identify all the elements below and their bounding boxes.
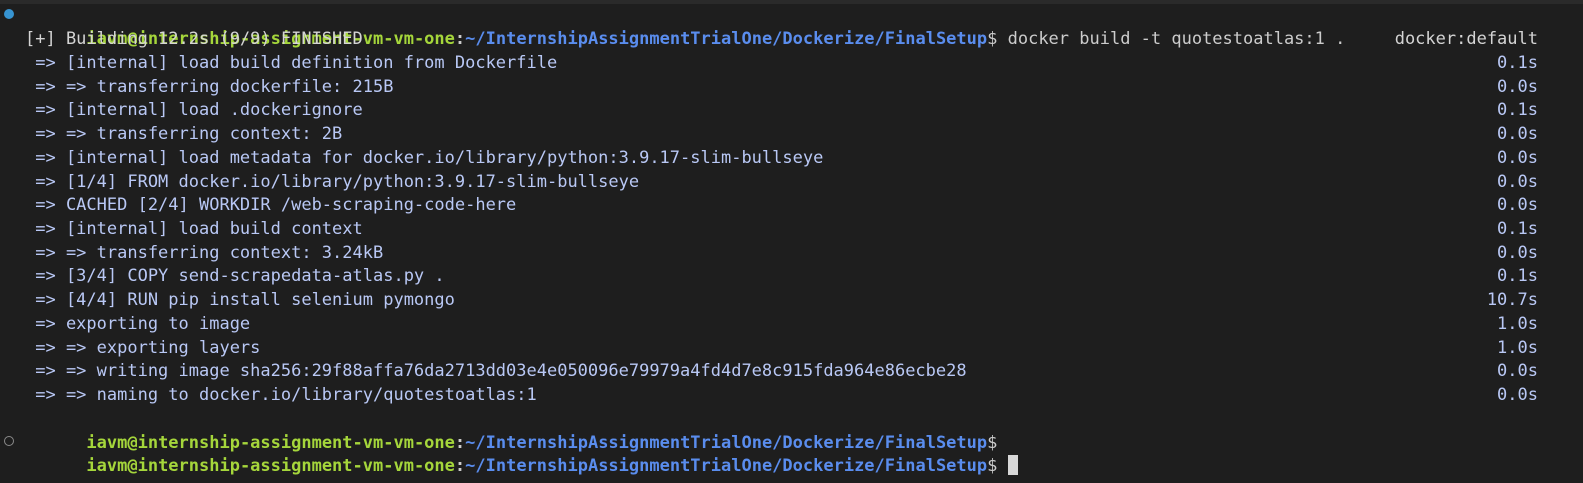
build-step-time: 0.0s <box>1497 124 1538 144</box>
build-step-text: => [internal] load metadata for docker.i… <box>25 148 824 168</box>
prompt-dollar: $ <box>987 456 998 476</box>
build-header-line: [+] Building 12.2s (9/9) FINISHED docker… <box>0 27 1583 51</box>
build-step-line: => => naming to docker.io/library/quotes… <box>0 383 1583 407</box>
build-step-text: => [internal] load build context <box>25 219 363 239</box>
command-success-decoration-icon[interactable] <box>4 9 14 19</box>
build-step-time: 0.1s <box>1497 266 1538 286</box>
build-step-text: => [1/4] FROM docker.io/library/python:3… <box>25 172 640 192</box>
build-step-text: => => exporting layers <box>25 338 261 358</box>
build-step-text: => [internal] load .dockerignore <box>25 100 363 120</box>
build-step-line: => [4/4] RUN pip install selenium pymong… <box>0 288 1583 312</box>
prompt-line: iavm@internship-assignment-vm-vm-one:~/I… <box>0 407 1583 453</box>
prompt-user-host: iavm@internship-assignment-vm-vm-one <box>86 456 455 476</box>
build-context-label: docker:default <box>1394 29 1538 49</box>
build-step-text: => => transferring context: 3.24kB <box>25 243 384 263</box>
build-step-line: => [internal] load build definition from… <box>0 51 1583 75</box>
build-step-text: => => transferring context: 2B <box>25 124 343 144</box>
block-cursor-icon[interactable] <box>1008 455 1019 475</box>
build-step-line: => exporting to image 1.0s <box>0 312 1583 336</box>
build-step-line: => => transferring context: 3.24kB 0.0s <box>0 241 1583 265</box>
pending-decoration-icon[interactable] <box>4 436 14 446</box>
build-step-text: => exporting to image <box>25 314 251 334</box>
build-step-time: 0.1s <box>1497 219 1538 239</box>
build-step-time: 0.0s <box>1497 77 1538 97</box>
build-step-text: => => transferring dockerfile: 215B <box>25 77 394 97</box>
build-step-time: 0.0s <box>1497 148 1538 168</box>
build-step-time: 1.0s <box>1497 314 1538 334</box>
build-step-time: 1.0s <box>1497 338 1538 358</box>
build-step-time: 0.1s <box>1497 100 1538 120</box>
build-step-line: => => exporting layers 1.0s <box>0 336 1583 360</box>
build-step-line: => => transferring dockerfile: 215B 0.0s <box>0 75 1583 99</box>
prompt-colon: : <box>454 456 466 476</box>
build-step-time: 0.0s <box>1497 385 1538 405</box>
build-step-line: => [internal] load .dockerignore 0.1s <box>0 98 1583 122</box>
build-step-text: => CACHED [2/4] WORKDIR /web-scraping-co… <box>25 195 517 215</box>
build-step-line: => [internal] load metadata for docker.i… <box>0 146 1583 170</box>
build-step-time: 0.0s <box>1497 361 1538 381</box>
prompt-path: ~/InternshipAssignmentTrialOne/Dockerize… <box>465 456 988 476</box>
build-step-time: 0.1s <box>1497 53 1538 73</box>
build-step-line: => [3/4] COPY send-scrapedata-atlas.py .… <box>0 264 1583 288</box>
build-step-text: => [3/4] COPY send-scrapedata-atlas.py . <box>25 266 445 286</box>
build-step-time: 0.0s <box>1497 195 1538 215</box>
build-step-text: => => writing image sha256:29f88affa76da… <box>25 361 967 381</box>
terminal-panel[interactable]: iavm@internship-assignment-vm-vm-one:~/I… <box>0 0 1583 483</box>
build-step-time: 10.7s <box>1486 290 1538 310</box>
active-prompt-line[interactable]: iavm@internship-assignment-vm-vm-one:~/I… <box>0 430 1583 476</box>
build-step-text: => [4/4] RUN pip install selenium pymong… <box>25 290 455 310</box>
build-step-text: => [internal] load build definition from… <box>25 53 558 73</box>
build-step-time: 0.0s <box>1497 172 1538 192</box>
build-step-line: => => transferring context: 2B 0.0s <box>0 122 1583 146</box>
build-step-text: => => naming to docker.io/library/quotes… <box>25 385 537 405</box>
build-status-text: [+] Building 12.2s (9/9) FINISHED <box>25 29 363 49</box>
command-line-docker-build: iavm@internship-assignment-vm-vm-one:~/I… <box>0 3 1583 49</box>
build-step-line: => [internal] load build context 0.1s <box>0 217 1583 241</box>
build-step-time: 0.0s <box>1497 243 1538 263</box>
build-step-line: => CACHED [2/4] WORKDIR /web-scraping-co… <box>0 193 1583 217</box>
build-step-line: => [1/4] FROM docker.io/library/python:3… <box>0 170 1583 194</box>
build-step-line: => => writing image sha256:29f88affa76da… <box>0 359 1583 383</box>
